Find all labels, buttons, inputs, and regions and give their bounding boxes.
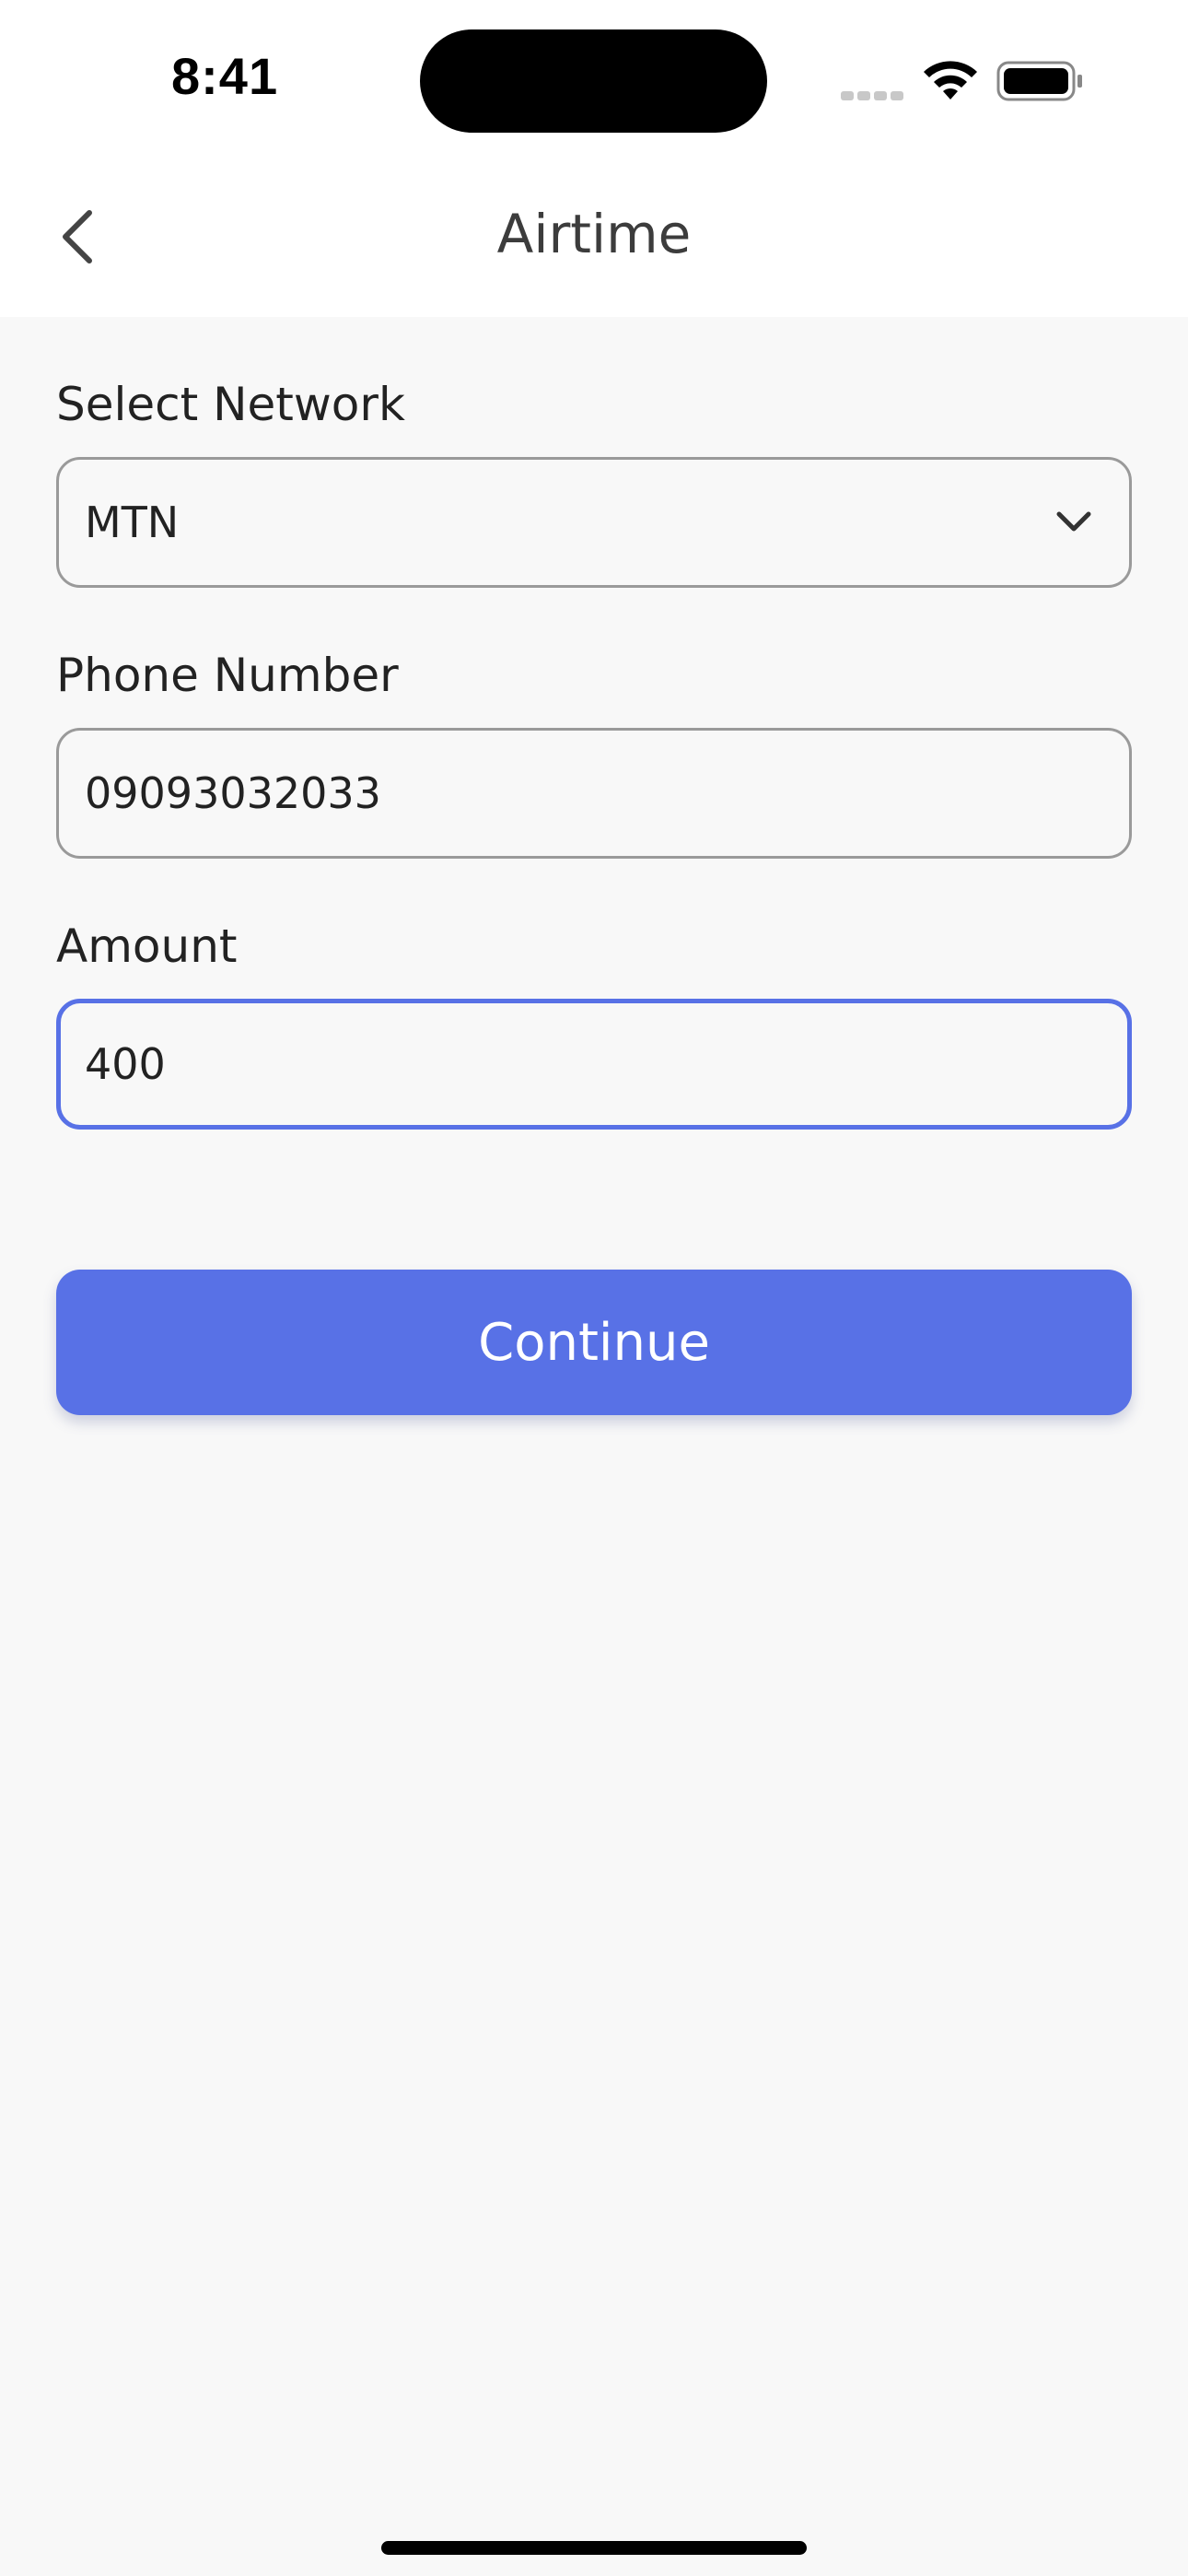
amount-label: Amount <box>56 919 238 973</box>
wifi-icon <box>921 59 980 107</box>
network-value: MTN <box>85 498 180 547</box>
dynamic-island <box>420 29 767 133</box>
network-select[interactable]: MTN <box>56 457 1132 588</box>
header: Airtime <box>0 157 1188 317</box>
phone-value: 09093032033 <box>85 768 381 818</box>
phone-input[interactable]: 09093032033 <box>56 728 1132 859</box>
page-title: Airtime <box>496 203 692 265</box>
chevron-down-icon <box>1056 511 1091 532</box>
status-bar: 8:41 <box>0 0 1188 157</box>
status-time: 8:41 <box>171 47 279 105</box>
home-indicator <box>381 2541 807 2555</box>
battery-icon <box>996 61 1085 105</box>
phone-label: Phone Number <box>56 649 399 702</box>
signal-icon <box>841 87 907 104</box>
continue-button[interactable]: Continue <box>56 1270 1132 1415</box>
amount-value: 400 <box>85 1039 166 1089</box>
amount-input[interactable]: 400 <box>56 999 1132 1130</box>
network-label: Select Network <box>56 378 405 431</box>
